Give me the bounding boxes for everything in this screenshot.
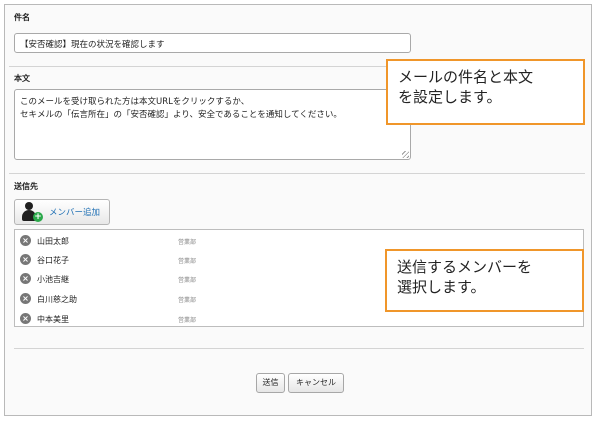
resize-grip-icon[interactable] bbox=[402, 151, 409, 158]
body-textarea[interactable]: このメールを受け取られた方は本文URLをクリックするか、 セキメルの「伝言所在」… bbox=[14, 89, 411, 160]
recipients-label: 送信先 bbox=[14, 182, 38, 191]
member-name: 中本美里 bbox=[37, 315, 69, 324]
remove-member-icon[interactable]: × bbox=[20, 293, 31, 304]
callout-text: 送信するメンバーを bbox=[397, 258, 533, 276]
body-label: 本文 bbox=[14, 74, 30, 83]
remove-member-icon[interactable]: × bbox=[20, 273, 31, 284]
callout-text: 選択します。 bbox=[397, 278, 486, 296]
add-member-button[interactable]: + メンバー追加 bbox=[14, 199, 110, 225]
member-name: 小池吉継 bbox=[37, 275, 69, 284]
member-name: 山田太郎 bbox=[37, 237, 69, 246]
send-button[interactable]: 送信 bbox=[256, 373, 285, 393]
add-member-label: メンバー追加 bbox=[49, 208, 101, 218]
member-row: × 山田太郎 営業部 bbox=[15, 232, 583, 247]
remove-member-icon[interactable]: × bbox=[20, 254, 31, 265]
remove-member-icon[interactable]: × bbox=[20, 235, 31, 246]
subject-label: 件名 bbox=[14, 13, 30, 22]
member-name: 谷口花子 bbox=[37, 256, 69, 265]
member-dept: 営業部 bbox=[178, 317, 197, 324]
subject-input[interactable]: 【安否確認】現在の状況を確認します bbox=[14, 33, 411, 53]
callout-members: 送信するメンバーを 選択します。 bbox=[385, 249, 584, 312]
divider bbox=[9, 173, 585, 174]
remove-member-icon[interactable]: × bbox=[20, 313, 31, 324]
member-dept: 営業部 bbox=[178, 297, 197, 304]
member-dept: 営業部 bbox=[178, 258, 197, 265]
body-line: セキメルの「伝言所在」の「安否確認」より、安全であることを通知してください。 bbox=[20, 110, 342, 120]
cancel-button[interactable]: キャンセル bbox=[288, 373, 344, 393]
member-row: × 中本美里 営業部 bbox=[15, 310, 583, 325]
body-line: このメールを受け取られた方は本文URLをクリックするか、 bbox=[20, 97, 250, 107]
callout-text: メールの件名と本文 bbox=[398, 68, 534, 86]
callout-subject-body: メールの件名と本文 を設定します。 bbox=[386, 59, 585, 125]
member-dept: 営業部 bbox=[178, 277, 197, 284]
member-dept: 営業部 bbox=[178, 239, 197, 246]
divider bbox=[14, 348, 584, 349]
callout-text: を設定します。 bbox=[398, 88, 502, 106]
add-person-icon: + bbox=[21, 201, 43, 223]
member-name: 白川慈之助 bbox=[37, 295, 77, 304]
